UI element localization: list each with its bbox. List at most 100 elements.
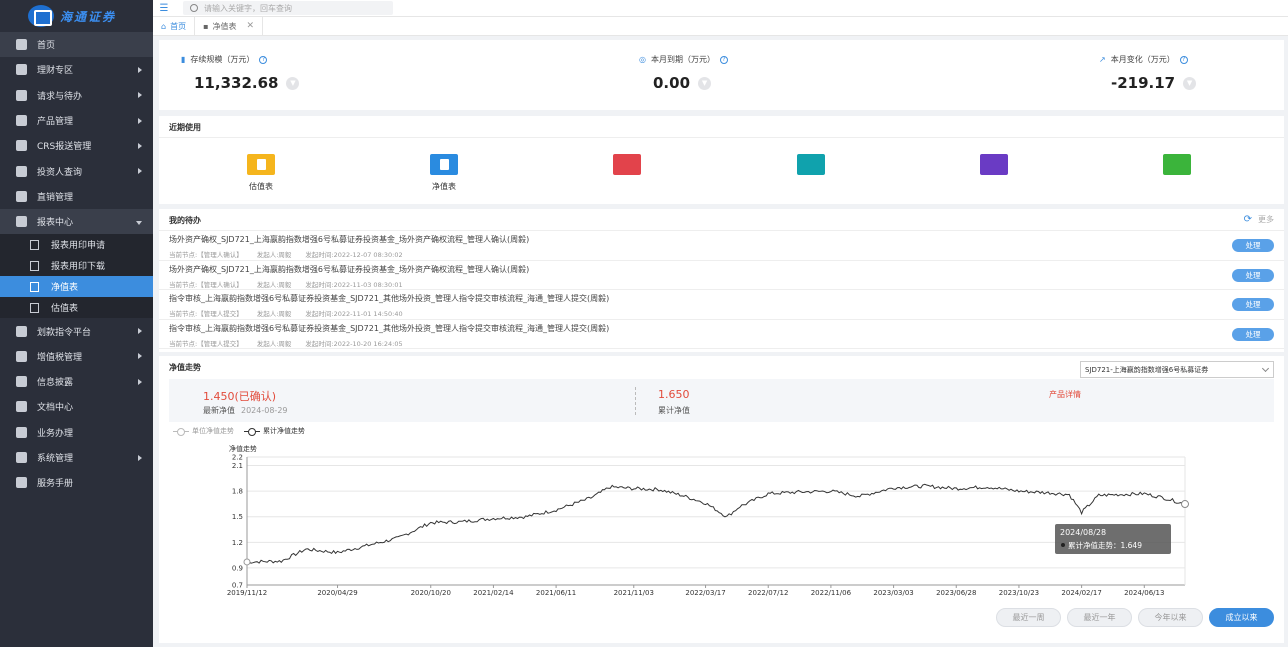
todo-row-meta: 当前节点:【管理人确认】 发起人:周毅 发起时间:2022-12-07 08:30:… bbox=[169, 249, 1274, 259]
nav-line-chart[interactable]: 净值走势0.70.91.21.51.82.12.22019/11/12 2020/… bbox=[159, 438, 1284, 608]
sidebar-item-crs-report[interactable]: CRS报送管理 bbox=[0, 133, 153, 158]
chevron-down-icon[interactable]: ▼ bbox=[1183, 76, 1197, 90]
sidebar-item-finance-zone[interactable]: 理财专区 bbox=[0, 57, 153, 82]
sidebar-item-product-mgmt[interactable]: 产品管理 bbox=[0, 108, 153, 133]
system-mgmt-icon bbox=[16, 452, 27, 463]
process-button[interactable]: 处理 bbox=[1232, 298, 1274, 311]
help-icon[interactable]: ? bbox=[719, 55, 728, 64]
kpi-due-value: 0.00 bbox=[653, 74, 691, 92]
process-button[interactable]: 处理 bbox=[1232, 239, 1274, 252]
chevron-down-icon[interactable]: ▼ bbox=[698, 76, 712, 90]
process-button[interactable]: 处理 bbox=[1232, 327, 1274, 341]
chart-legend: 单位净值走势 累计净值走势 bbox=[173, 426, 305, 436]
legend-marker-icon bbox=[173, 427, 189, 436]
todo-row: 场外资产确权_SJD721_上海嬴韵指数增强6号私募证券投资基金_场外资产确权流… bbox=[159, 261, 1284, 290]
logo-mark-icon bbox=[28, 5, 54, 27]
sidebar-item-direct-sales[interactable]: 直销管理 bbox=[0, 184, 153, 209]
help-icon[interactable]: ? bbox=[259, 55, 268, 64]
range-since-inception-button[interactable]: 成立以来 bbox=[1209, 608, 1274, 627]
recent-item[interactable] bbox=[597, 154, 657, 181]
legend-unit-nav-label: 单位净值走势 bbox=[192, 427, 234, 435]
kpi-scale: ▮ 存续规模（万元）? 11,332.68 ▼ bbox=[181, 54, 300, 92]
topbar: ☰ 请输入关键字，回车查询 bbox=[153, 0, 1288, 16]
sidebar-item-label: 理财专区 bbox=[37, 66, 74, 77]
x-tick-label: 2023/10/23 bbox=[999, 589, 1039, 597]
todo-time: 发起时间:2022-10-20 16:24:05 bbox=[305, 339, 403, 348]
legend-unit-nav[interactable]: 单位净值走势 bbox=[173, 426, 234, 436]
search-placeholder: 请输入关键字，回车查询 bbox=[204, 3, 292, 13]
data-point-hover bbox=[1181, 500, 1189, 509]
chevron-right-icon bbox=[138, 117, 142, 124]
x-tick-label: 2020/10/20 bbox=[411, 589, 451, 597]
range-last-year-button[interactable]: 最近一年 bbox=[1067, 608, 1132, 627]
app-logo[interactable]: 海通证券 bbox=[0, 0, 153, 32]
report-center-icon bbox=[16, 216, 27, 228]
sidebar-item-transfer-platform[interactable]: 划款指令平台 bbox=[0, 318, 153, 343]
sidebar-subitem-nav-table[interactable]: 净值表 bbox=[0, 276, 153, 298]
range-ytd-button[interactable]: 今年以来 bbox=[1138, 608, 1203, 627]
recent-item[interactable] bbox=[964, 154, 1024, 181]
investor-query-icon bbox=[16, 165, 27, 177]
sidebar-subitem-report-seal-download[interactable]: 报表用印下载 bbox=[0, 255, 153, 277]
sidebar-item-doc-center[interactable]: 文档中心 bbox=[0, 394, 153, 419]
kpi-scale-label: 存续规模（万元） bbox=[190, 55, 255, 64]
x-tick-label: 2021/06/11 bbox=[536, 589, 576, 597]
chevron-down-icon[interactable]: ▼ bbox=[286, 76, 300, 90]
search-icon bbox=[190, 4, 198, 12]
help-icon[interactable]: ? bbox=[1179, 55, 1188, 64]
bike-icon: ◎ bbox=[639, 55, 646, 64]
sidebar-item-report-center[interactable]: 报表中心 bbox=[0, 209, 153, 235]
sidebar-subitem-report-seal-apply[interactable]: 报表用印申请 bbox=[0, 234, 153, 256]
todo-row-title[interactable]: 场外资产确权_SJD721_上海嬴韵指数增强6号私募证券投资基金_场外资产确权流… bbox=[169, 264, 1274, 275]
kpi-change-label: 本月变化（万元） bbox=[1110, 55, 1175, 64]
recent-item[interactable]: 净值表 bbox=[414, 154, 474, 192]
recent-item[interactable]: 估值表 bbox=[231, 154, 291, 192]
sidebar-subitem-valuation-table[interactable]: 估值表 bbox=[0, 297, 153, 319]
x-tick-label: 2020/04/29 bbox=[317, 589, 357, 597]
recent-item-label: 净值表 bbox=[432, 182, 456, 191]
recent-item[interactable] bbox=[781, 154, 841, 181]
latest-nav-label-text: 最新净值 bbox=[203, 406, 235, 415]
process-button[interactable]: 处理 bbox=[1232, 268, 1274, 282]
sidebar-item-requests-todo[interactable]: 请求与待办 bbox=[0, 83, 153, 108]
sidebar-item-vat-mgmt[interactable]: 增值税管理 bbox=[0, 344, 153, 369]
product-detail-link[interactable]: 产品详情 bbox=[1049, 389, 1081, 400]
x-tick-label: 2022/03/17 bbox=[685, 589, 725, 597]
refresh-icon[interactable]: ⟳ bbox=[1244, 214, 1252, 225]
sidebar-item-info-disclosure[interactable]: 信息披露 bbox=[0, 369, 153, 394]
recent-item[interactable] bbox=[1147, 154, 1207, 181]
todo-row-title[interactable]: 场外资产确权_SJD721_上海嬴韵指数增强6号私募证券投资基金_场外资产确权流… bbox=[169, 234, 1274, 245]
menu-toggle-icon[interactable]: ☰ bbox=[153, 0, 175, 16]
sidebar-subitem-label: 报表用印下载 bbox=[51, 262, 106, 273]
fund-select[interactable]: SJD721-上海嬴韵指数增强6号私募证券 bbox=[1080, 361, 1274, 378]
range-buttons: 最近一周 最近一年 今年以来 成立以来 bbox=[996, 608, 1274, 627]
range-last-week-button[interactable]: 最近一周 bbox=[996, 608, 1061, 627]
more-link[interactable]: ⟳ 更多 bbox=[1244, 214, 1274, 225]
todo-row-title[interactable]: 指令审核_上海嬴韵指数增强6号私募证券投资基金_SJD721_其他场外投资_管理… bbox=[169, 293, 1274, 304]
sidebar-item-system-mgmt[interactable]: 系统管理 bbox=[0, 445, 153, 470]
search-input[interactable]: 请输入关键字，回车查询 bbox=[183, 1, 393, 15]
kpi-card: ▮ 存续规模（万元）? 11,332.68 ▼ ◎ 本月到期（万元）? 0.00 ▼ ↗… bbox=[159, 40, 1284, 110]
chevron-right-icon bbox=[138, 142, 142, 149]
recent-title: 近期使用 bbox=[159, 116, 1284, 138]
sidebar-item-home[interactable]: 首页 bbox=[0, 32, 153, 58]
chevron-right-icon bbox=[138, 66, 142, 73]
latest-nav-label: 最新净值 2024-08-29 bbox=[203, 405, 288, 416]
todo-initiator: 发起人:周毅 bbox=[256, 251, 292, 259]
sidebar-item-investor-query[interactable]: 投资人查询 bbox=[0, 158, 153, 183]
x-tick-label: 2021/11/03 bbox=[614, 589, 654, 597]
tab-nav-table[interactable]: ▪ 净值表 ✕ bbox=[195, 16, 264, 36]
business-icon bbox=[16, 426, 27, 438]
tooltip-value: 累计净值走势：1.649 bbox=[1068, 540, 1142, 550]
sidebar-item-business[interactable]: 业务办理 bbox=[0, 420, 153, 445]
sidebar-item-service-manual[interactable]: 服务手册 bbox=[0, 470, 153, 495]
close-icon[interactable]: ✕ bbox=[247, 21, 255, 31]
home-icon: ⌂ bbox=[161, 21, 167, 31]
y-tick-label: 2.2 bbox=[232, 454, 243, 462]
fund-select-value: SJD721-上海嬴韵指数增强6号私募证券 bbox=[1085, 365, 1209, 374]
todo-row-meta: 当前节点:【管理人提交】 发起人:周毅 发起时间:2022-11-01 14:50:… bbox=[169, 308, 1274, 318]
tab-home[interactable]: ⌂ 首页 bbox=[153, 16, 196, 36]
legend-cum-nav[interactable]: 累计净值走势 bbox=[244, 426, 305, 436]
vat-mgmt-icon bbox=[16, 350, 27, 362]
todo-row-title[interactable]: 指令审核_上海嬴韵指数增强6号私募证券投资基金_SJD721_其他场外投资_管理… bbox=[169, 323, 1274, 334]
